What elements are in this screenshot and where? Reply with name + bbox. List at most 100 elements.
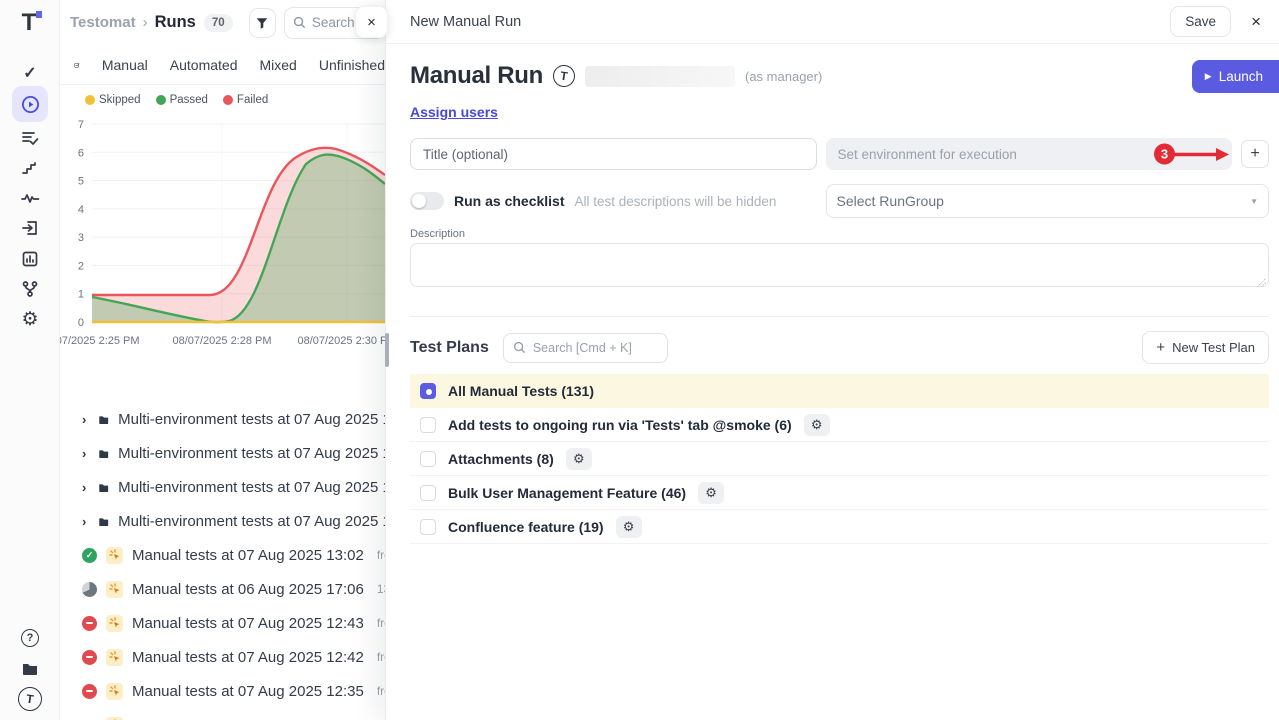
- status-passed-icon: ✓: [82, 548, 97, 563]
- account-logo-icon[interactable]: T: [12, 683, 48, 715]
- rungroup-select[interactable]: Select RunGroup ▼: [826, 184, 1270, 218]
- launch-button[interactable]: ▶ Launch: [1192, 60, 1279, 93]
- close-icon[interactable]: ×: [1251, 12, 1261, 32]
- runs-play-icon[interactable]: [12, 86, 48, 122]
- projects-folder-icon[interactable]: [12, 653, 48, 685]
- title-input[interactable]: [410, 138, 817, 170]
- run-label: Manual tests at 07 Aug 2025 12:35: [132, 683, 364, 700]
- status-failed-icon: [82, 616, 97, 631]
- y-tick-label: 4: [78, 204, 84, 216]
- plan-settings-gear-button[interactable]: ⚙: [804, 414, 830, 436]
- environment-input[interactable]: [826, 138, 1233, 170]
- run-folder-row[interactable]: ›Multi-environment tests at 07 Aug 2025 …: [60, 436, 420, 470]
- chart-legend: Skipped Passed Failed: [85, 94, 268, 106]
- test-plans-icon[interactable]: [12, 122, 48, 154]
- breadcrumb-section[interactable]: Runs: [155, 13, 196, 32]
- manager-name-redacted: [585, 66, 735, 87]
- section-divider: [410, 316, 1269, 317]
- tab-automated[interactable]: Automated: [170, 57, 238, 73]
- tab-mixed[interactable]: Mixed: [259, 57, 296, 73]
- y-tick-label: 2: [78, 260, 84, 272]
- test-plan-row[interactable]: Attachments (8)⚙: [410, 442, 1269, 476]
- test-plan-row[interactable]: Bulk User Management Feature (46)⚙: [410, 476, 1269, 510]
- chart-y-labels: 01234567: [78, 119, 84, 329]
- manual-run-icon: [106, 547, 123, 564]
- run-label: Manual tests at 07 Aug 2025 12:43: [132, 615, 364, 632]
- run-as-checklist-toggle[interactable]: [410, 192, 444, 210]
- run-row[interactable]: Manual tests at 07 Aug 2025 12:43from Cu…: [60, 606, 420, 640]
- drawer-header: New Manual Run Save ×: [386, 0, 1279, 44]
- test-plan-row[interactable]: All Manual Tests (131): [410, 374, 1269, 408]
- chevron-right-icon[interactable]: ›: [82, 514, 89, 529]
- select-all-icon[interactable]: [74, 56, 80, 74]
- pulse-icon[interactable]: [12, 182, 48, 214]
- manual-run-icon: [106, 683, 123, 700]
- analytics-icon[interactable]: [12, 243, 48, 275]
- legend-skipped: Skipped: [85, 94, 141, 106]
- run-label: Manual tests at 06 Aug 2025 17:06: [132, 581, 364, 598]
- add-environment-button[interactable]: +: [1241, 140, 1269, 168]
- scrollbar-thumb[interactable]: [385, 333, 389, 367]
- checkbox-icon[interactable]: [420, 485, 436, 501]
- test-plan-row[interactable]: Add tests to ongoing run via 'Tests' tab…: [410, 408, 1269, 442]
- runs-area-chart: 01234567 08/07/2025 2:25 PM 08/07/2025 2…: [60, 112, 385, 354]
- run-label: Multi-environment tests at 07 Aug 2025 1…: [118, 411, 420, 428]
- x-label-2: 08/07/2025 2:28 PM: [172, 335, 271, 347]
- folder-icon: [98, 480, 109, 495]
- tab-manual[interactable]: Manual: [102, 57, 148, 73]
- test-plans-search-input[interactable]: [533, 341, 653, 355]
- plan-settings-gear-button[interactable]: ⚙: [566, 448, 592, 470]
- chevron-right-icon[interactable]: ›: [82, 480, 89, 495]
- plan-settings-gear-button[interactable]: ⚙: [698, 482, 724, 504]
- run-row[interactable]: Manual tests at 06 Aug 2025 17:06136 tes…: [60, 572, 420, 606]
- drawer-edge-close-button[interactable]: ×: [355, 6, 388, 38]
- run-row[interactable]: Manual tests at 07 Aug 2025 12:35from Cu…: [60, 674, 420, 708]
- run-row[interactable]: Manual tests at 07 Aug 2025 12:42from Cu…: [60, 640, 420, 674]
- funnel-icon: [255, 16, 269, 30]
- manual-run-icon: [106, 717, 123, 720]
- new-test-plan-button[interactable]: + New Test Plan: [1142, 331, 1269, 364]
- manual-run-icon: [106, 615, 123, 632]
- brand-logo-icon[interactable]: T: [14, 8, 44, 38]
- tab-unfinished[interactable]: Unfinished: [319, 57, 385, 73]
- steps-icon[interactable]: [12, 152, 48, 184]
- save-button[interactable]: Save: [1170, 6, 1231, 37]
- checkbox-checked-icon[interactable]: [420, 383, 436, 399]
- run-row[interactable]: [60, 708, 420, 720]
- y-tick-label: 1: [78, 289, 84, 301]
- runs-panel-header: Testomat › Runs 70: [60, 0, 385, 45]
- run-folder-row[interactable]: ›Multi-environment tests at 07 Aug 2025 …: [60, 504, 420, 538]
- runs-panel: Testomat › Runs 70 Manual Automated Mixe…: [60, 0, 385, 720]
- chevron-right-icon[interactable]: ›: [82, 412, 89, 427]
- plan-settings-gear-button[interactable]: ⚙: [616, 516, 642, 538]
- test-plans-search[interactable]: [503, 333, 668, 363]
- status-failed-icon: [82, 684, 97, 699]
- chevron-right-icon[interactable]: ›: [82, 446, 89, 461]
- branches-icon[interactable]: [12, 273, 48, 305]
- run-row[interactable]: ✓Manual tests at 07 Aug 2025 13:02from C…: [60, 538, 420, 572]
- filter-button[interactable]: [249, 8, 276, 38]
- runs-tabbar: Manual Automated Mixed Unfinished: [60, 45, 385, 85]
- checkbox-icon[interactable]: [420, 451, 436, 467]
- run-folder-row[interactable]: › Multi-environment tests at 07 Aug 2025 …: [60, 402, 420, 436]
- help-icon[interactable]: ?: [12, 622, 48, 654]
- settings-gear-icon[interactable]: ⚙: [12, 303, 48, 335]
- chevron-down-icon: ▼: [1250, 197, 1258, 206]
- search-icon: [513, 341, 526, 354]
- import-icon[interactable]: [12, 212, 48, 244]
- manual-run-icon: [106, 581, 123, 598]
- y-tick-label: 6: [78, 147, 84, 159]
- test-plan-row[interactable]: Confluence feature (19)⚙: [410, 510, 1269, 544]
- description-textarea[interactable]: [410, 243, 1269, 287]
- run-folder-row[interactable]: ›Multi-environment tests at 07 Aug 2025 …: [60, 470, 420, 504]
- breadcrumb-project[interactable]: Testomat: [70, 14, 136, 31]
- run-form-row-2: Run as checklist All test descriptions w…: [410, 184, 1269, 218]
- assign-users-link[interactable]: Assign users: [410, 104, 498, 120]
- icon-rail: T ✓ ⚙: [0, 0, 60, 720]
- checkbox-icon[interactable]: [420, 519, 436, 535]
- run-form-row-1: 3 +: [410, 138, 1269, 170]
- manager-note: (as manager): [745, 69, 822, 84]
- checkbox-icon[interactable]: [420, 417, 436, 433]
- folder-icon: [98, 446, 109, 461]
- breadcrumb-separator: ›: [143, 14, 148, 31]
